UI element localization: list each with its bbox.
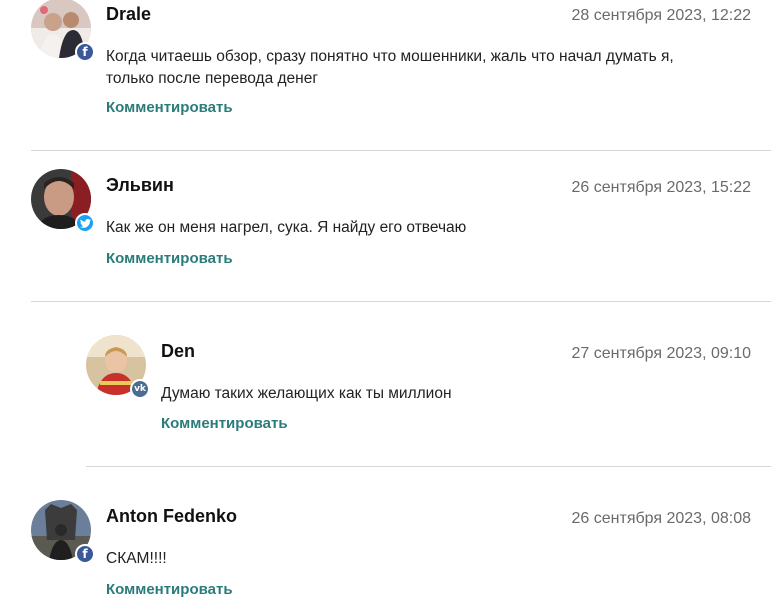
comment-date: 27 сентября 2023, 09:10 — [571, 345, 751, 362]
comment-text-line: СКАМ!!!! — [106, 550, 167, 567]
divider — [31, 150, 771, 151]
comment-author: Den — [161, 341, 196, 361]
comment-author: Drale — [106, 4, 152, 24]
avatar[interactable]: f — [31, 500, 95, 564]
comment-date: 26 сентября 2023, 15:22 — [571, 179, 751, 196]
avatar[interactable]: f — [31, 0, 95, 62]
comment-text: Думаю таких желающих как ты миллион — [161, 383, 452, 405]
comment-text-line: только после перевода денег — [106, 70, 319, 87]
avatar[interactable]: vk — [86, 335, 150, 399]
comment-text: Когда читаешь обзор, сразу понятно что м… — [106, 46, 674, 90]
reply-button[interactable]: Комментировать — [161, 415, 288, 432]
comment-text-line: Думаю таких желающих как ты миллион — [161, 385, 452, 402]
avatar[interactable] — [31, 169, 95, 233]
twitter-icon — [75, 213, 95, 233]
divider — [86, 466, 771, 467]
comment-date: 28 сентября 2023, 12:22 — [571, 7, 751, 24]
comment-text-line: Как же он меня нагрел, сука. Я найду его… — [106, 219, 467, 236]
facebook-icon: f — [75, 544, 95, 564]
comment-text: Как же он меня нагрел, сука. Я найду его… — [106, 217, 466, 239]
comment-author: Эльвин — [106, 175, 174, 195]
comment-date: 26 сентября 2023, 08:08 — [571, 510, 751, 527]
comment-author: Anton Fedenko — [106, 506, 237, 526]
comment-text-line: Когда читаешь обзор, сразу понятно что м… — [106, 48, 674, 65]
comment-text: СКАМ!!!! — [106, 548, 167, 570]
facebook-icon: f — [75, 42, 95, 62]
reply-button[interactable]: Комментировать — [106, 250, 233, 267]
divider — [31, 301, 771, 302]
vk-icon: vk — [130, 379, 150, 399]
reply-button[interactable]: Комментировать — [106, 581, 233, 598]
reply-button[interactable]: Комментировать — [106, 99, 233, 116]
